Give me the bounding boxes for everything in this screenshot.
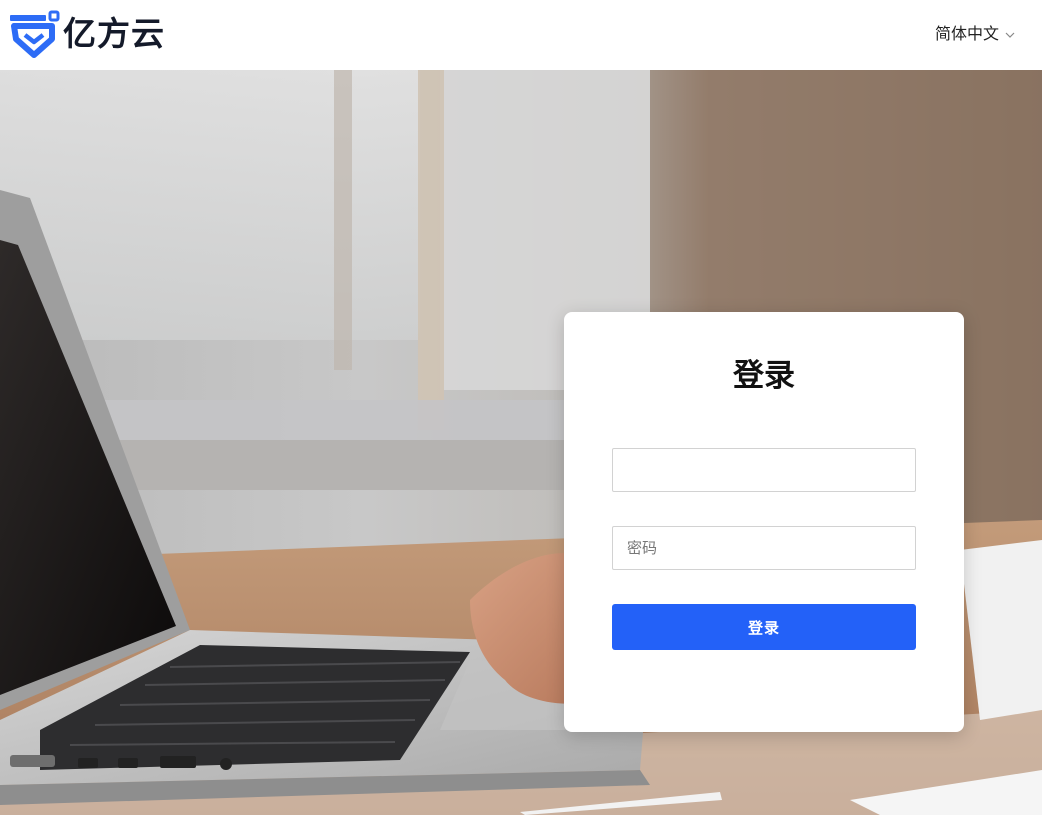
brand-logo[interactable]: 亿方云 — [8, 9, 165, 59]
login-title: 登录 — [733, 358, 795, 394]
login-card: 登录 登录 — [564, 312, 964, 732]
password-input[interactable] — [612, 526, 916, 570]
language-selector[interactable]: 简体中文 — [935, 22, 1016, 46]
login-button[interactable]: 登录 — [612, 604, 916, 650]
brand-name: 亿方云 — [63, 14, 165, 53]
top-header: 亿方云 简体中文 — [0, 0, 1042, 70]
logo-icon — [10, 10, 60, 58]
chevron-down-icon — [1005, 32, 1015, 38]
language-label: 简体中文 — [934, 24, 999, 43]
username-input[interactable] — [612, 448, 916, 492]
